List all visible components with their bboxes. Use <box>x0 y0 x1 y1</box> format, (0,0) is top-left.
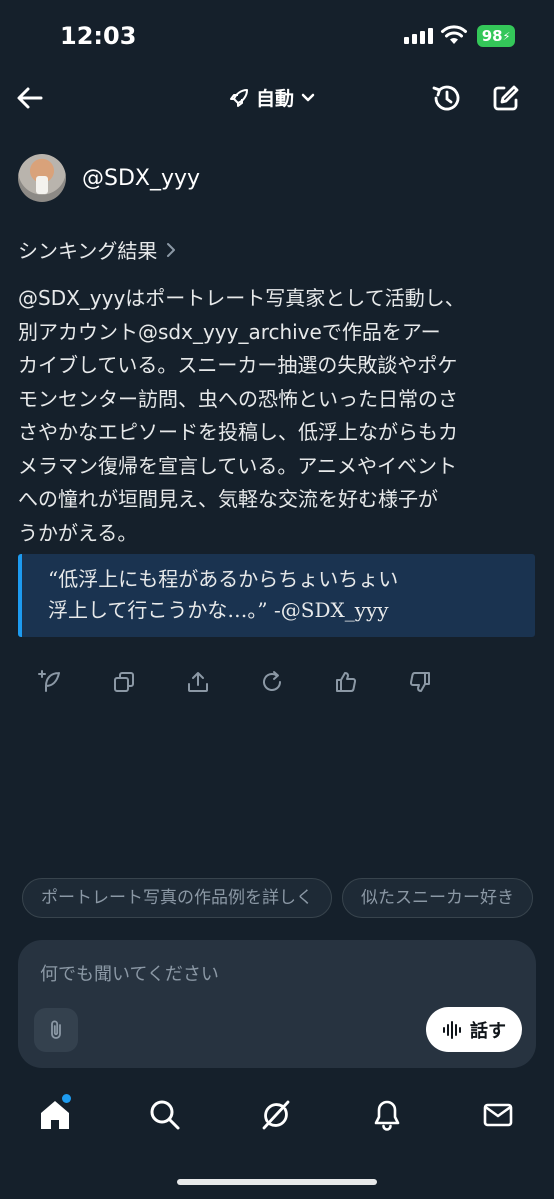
mode-label: 自動 <box>256 88 295 110</box>
quote-line: 浮上して行こうかな…。” -@SDX_yyy <box>48 598 389 622</box>
input-placeholder: 何でも聞いてください <box>40 964 219 985</box>
status-bar: 12:03 98 ⚡ <box>0 0 554 74</box>
regenerate-icon[interactable] <box>260 670 284 694</box>
quote-line: “低浮上にも程があるからちょいちょい <box>48 567 399 591</box>
summary-text: @SDX_yyyはポートレート写真家として活動し、 別アカウント@sdx_yyy… <box>18 282 538 550</box>
copy-icon[interactable] <box>112 670 136 694</box>
home-indicator <box>177 1179 377 1185</box>
summary-line: カイブしている。スニーカー抽選の失敗談やポケ <box>18 353 458 377</box>
screen: 12:03 98 ⚡ 自動 @SDX_yyy シンキング結果 @SDX_yyyは… <box>0 0 554 1199</box>
status-time: 12:03 <box>60 22 137 50</box>
summary-line: 別アカウント@sdx_yyy_archiveで作品をアー <box>18 319 441 344</box>
home-notification-dot <box>62 1094 71 1103</box>
wifi-icon <box>441 25 467 44</box>
talk-label: 話す <box>470 1020 506 1042</box>
suggestion-chip[interactable]: 似たスニーカー好き <box>342 878 533 918</box>
chat-input[interactable]: 何でも聞いてください 話す <box>18 940 536 1068</box>
username[interactable]: @SDX_yyy <box>82 166 200 191</box>
summary-line: への憧れが垣間見え、気軽な交流を好む様子が <box>18 487 438 511</box>
avatar[interactable] <box>18 154 66 202</box>
compose-icon[interactable] <box>490 82 522 114</box>
rocket-icon <box>230 88 248 107</box>
thinking-results-link[interactable]: シンキング結果 <box>18 235 177 264</box>
suggestion-chips: ポートレート写真の作品例を詳しく 似たスニーカー好き <box>22 878 554 920</box>
chevron-right-icon <box>167 242 176 257</box>
thumbs-down-icon[interactable] <box>408 670 432 694</box>
messages-icon[interactable] <box>481 1098 515 1132</box>
suggestion-chip[interactable]: ポートレート写真の作品例を詳しく <box>22 878 332 918</box>
sparkle-edit-icon[interactable] <box>38 670 62 694</box>
share-icon[interactable] <box>186 670 210 694</box>
battery-level: 98 <box>481 27 503 45</box>
thumbs-up-icon[interactable] <box>334 670 358 694</box>
home-icon[interactable] <box>38 1098 72 1132</box>
summary-line: モンセンター訪問、虫への恐怖といった日常のさ <box>18 386 458 411</box>
summary-line: @SDX_yyyはポートレート写真家として活動し、 <box>18 286 465 310</box>
action-row <box>38 670 432 694</box>
summary-line: メラマン復帰を宣言している。アニメやイベント <box>18 453 457 478</box>
chevron-down-icon <box>301 93 315 101</box>
thinking-label: シンキング結果 <box>18 239 158 263</box>
voice-wave-icon <box>443 1020 461 1039</box>
grok-icon[interactable] <box>259 1098 293 1132</box>
user-row[interactable]: @SDX_yyy <box>18 154 200 202</box>
cellular-signal-icon <box>404 28 433 44</box>
mode-selector[interactable]: 自動 <box>228 84 316 111</box>
history-icon[interactable] <box>430 82 462 114</box>
summary-line: さやかなエピソードを投稿し、低浮上ながらもカ <box>18 420 458 444</box>
talk-button[interactable]: 話す <box>426 1007 522 1052</box>
top-nav: 自動 <box>0 74 554 124</box>
notifications-icon[interactable] <box>370 1098 404 1132</box>
paperclip-icon <box>51 1020 61 1039</box>
back-arrow-icon[interactable] <box>14 82 46 114</box>
battery-icon: 98 ⚡ <box>477 25 515 47</box>
bottom-tab-bar <box>0 1088 554 1148</box>
attach-button[interactable] <box>34 1008 78 1052</box>
summary-line: うかがえる。 <box>18 520 138 545</box>
quote-block: “低浮上にも程があるからちょいちょい 浮上して行こうかな…。” -@SDX_yy… <box>18 554 535 637</box>
search-icon[interactable] <box>148 1098 182 1132</box>
